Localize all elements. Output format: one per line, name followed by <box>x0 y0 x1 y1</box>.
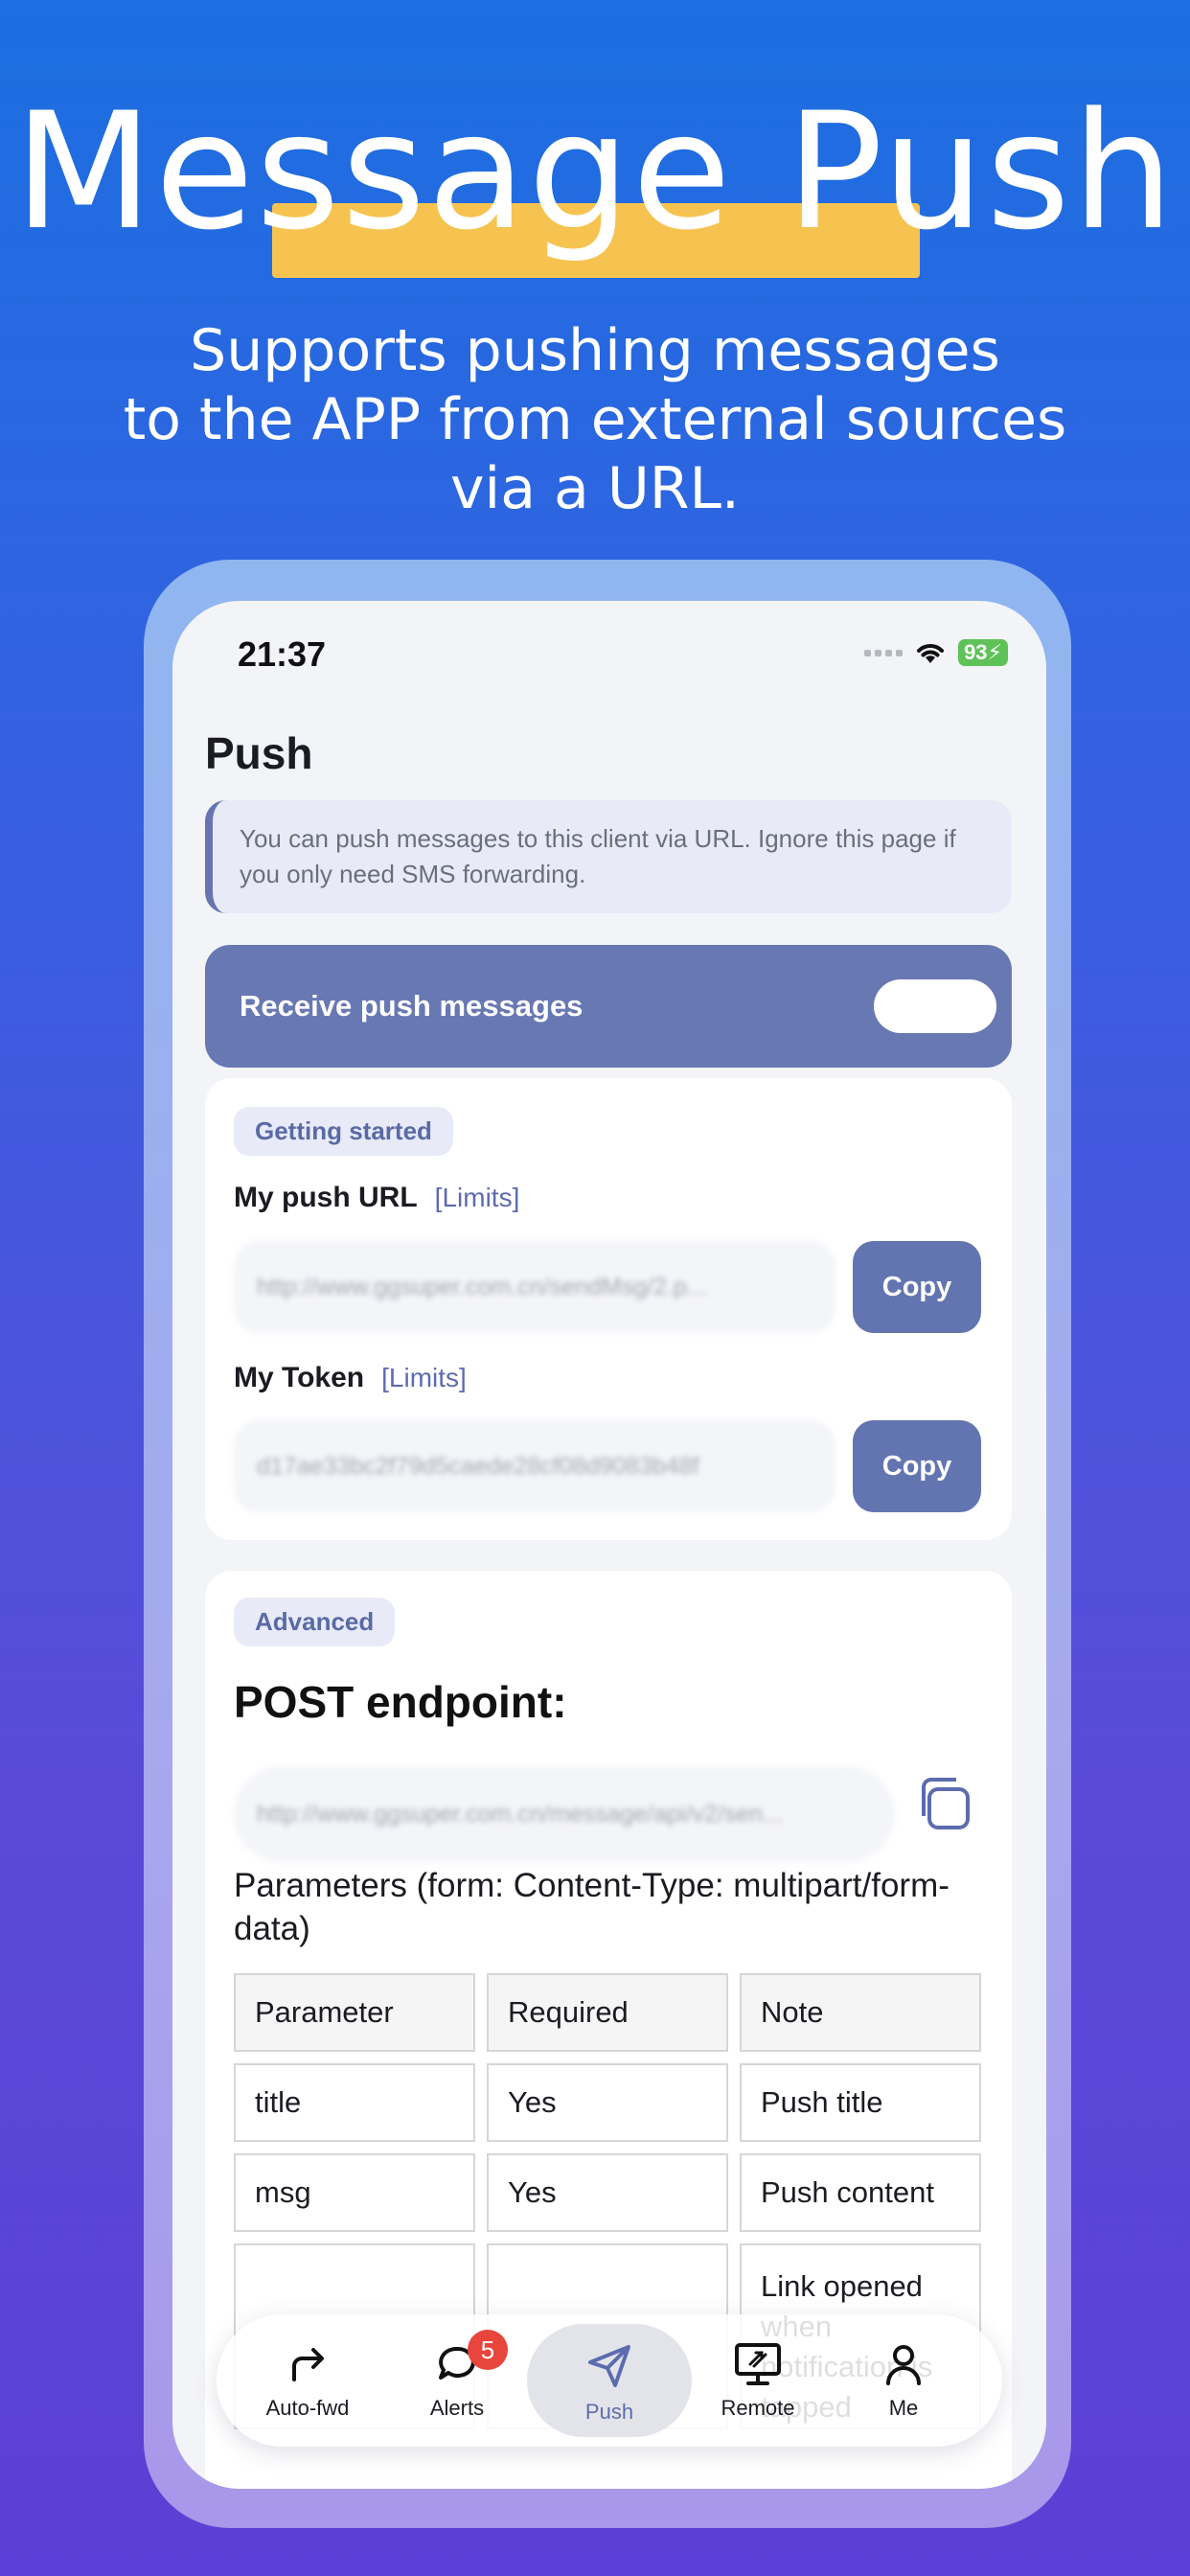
copy-icon[interactable] <box>914 1774 973 1833</box>
hero-subtitle-line: via a URL. <box>450 455 740 522</box>
status-icons: 93⚡ <box>864 639 1008 666</box>
tab-me[interactable]: Me <box>832 2314 975 2447</box>
tab-label: Me <box>888 2396 919 2420</box>
tab-label: Push <box>584 2400 634 2424</box>
token-label: My Token [Limits] <box>234 1362 467 1394</box>
token-field[interactable]: d17ae33bc2f79d5caede28cf08d9083b48f <box>234 1420 835 1512</box>
advanced-tag: Advanced <box>234 1598 396 1646</box>
tab-push[interactable]: Push <box>527 2324 692 2437</box>
table-cell: Yes <box>487 2153 728 2232</box>
table-header-cell: Note <box>740 1973 981 2052</box>
tab-label: Alerts <box>429 2396 485 2420</box>
battery-icon: 93⚡ <box>958 639 1008 666</box>
endpoint-title: POST endpoint: <box>234 1677 567 1727</box>
table-row: msg Yes Push content <box>234 2153 981 2232</box>
push-url-label-text: My push URL <box>234 1182 418 1213</box>
hero-subtitle: Supports pushing messages to the APP fro… <box>57 316 1133 523</box>
wifi-icon <box>917 644 945 663</box>
hero-subtitle-line: Supports pushing messages <box>190 317 1000 384</box>
tab-label: Remote <box>721 2396 795 2420</box>
table-cell: Yes <box>487 2063 728 2142</box>
table-row: title Yes Push title <box>234 2063 981 2142</box>
battery-level: 93 <box>964 640 988 664</box>
remote-desktop-icon <box>735 2343 781 2385</box>
token-label-text: My Token <box>234 1362 365 1393</box>
page-title: Push <box>205 728 313 778</box>
forward-arrow-icon <box>292 2348 324 2381</box>
receive-push-label: Receive push messages <box>240 989 584 1023</box>
bottom-tab-bar: Auto-fwd 5 Alerts Push Remote Me <box>217 2314 1002 2447</box>
info-notice: You can push messages to this client via… <box>205 800 1012 913</box>
token-limits-link[interactable]: [Limits] <box>381 1363 467 1392</box>
tab-alerts[interactable]: 5 Alerts <box>385 2314 529 2447</box>
status-time: 21:37 <box>238 634 327 674</box>
receive-push-toggle-row[interactable]: Receive push messages <box>205 945 1012 1068</box>
table-cell: Push content <box>740 2153 981 2232</box>
person-icon <box>886 2345 921 2385</box>
params-description: Parameters (form: Content-Type: multipar… <box>234 1867 950 1947</box>
table-header-row: Parameter Required Note <box>234 1973 981 2052</box>
hero-subtitle-line: to the APP from external sources <box>123 386 1067 453</box>
tab-auto-fwd[interactable]: Auto-fwd <box>236 2314 379 2447</box>
send-icon <box>588 2345 630 2387</box>
alerts-badge: 5 <box>468 2330 508 2370</box>
push-url-label: My push URL [Limits] <box>234 1182 519 1214</box>
getting-started-card: Getting started My push URL [Limits] http… <box>205 1078 1012 1540</box>
push-url-field[interactable]: http://www.ggsuper.com.cn/sendMsg/2.p... <box>234 1241 835 1333</box>
getting-started-tag: Getting started <box>234 1107 453 1156</box>
table-header-cell: Parameter <box>234 1973 475 2052</box>
table-cell: Push title <box>740 2063 981 2142</box>
copy-token-button[interactable]: Copy <box>853 1420 981 1512</box>
receive-push-switch[interactable] <box>874 979 996 1033</box>
tab-remote[interactable]: Remote <box>686 2314 830 2447</box>
table-header-cell: Required <box>487 1973 728 2052</box>
push-url-limits-link[interactable]: [Limits] <box>435 1183 520 1212</box>
table-cell: msg <box>234 2153 475 2232</box>
tab-label: Auto-fwd <box>265 2396 350 2420</box>
hero-title: Message Push <box>13 78 1177 265</box>
table-cell: title <box>234 2063 475 2142</box>
phone-screen: 21:37 93⚡ Push You can push messages to … <box>172 601 1046 2489</box>
endpoint-field[interactable]: http://www.ggsuper.com.cn/message/api/v2… <box>234 1766 895 1862</box>
signal-icon <box>864 649 904 656</box>
copy-push-url-button[interactable]: Copy <box>853 1241 981 1333</box>
